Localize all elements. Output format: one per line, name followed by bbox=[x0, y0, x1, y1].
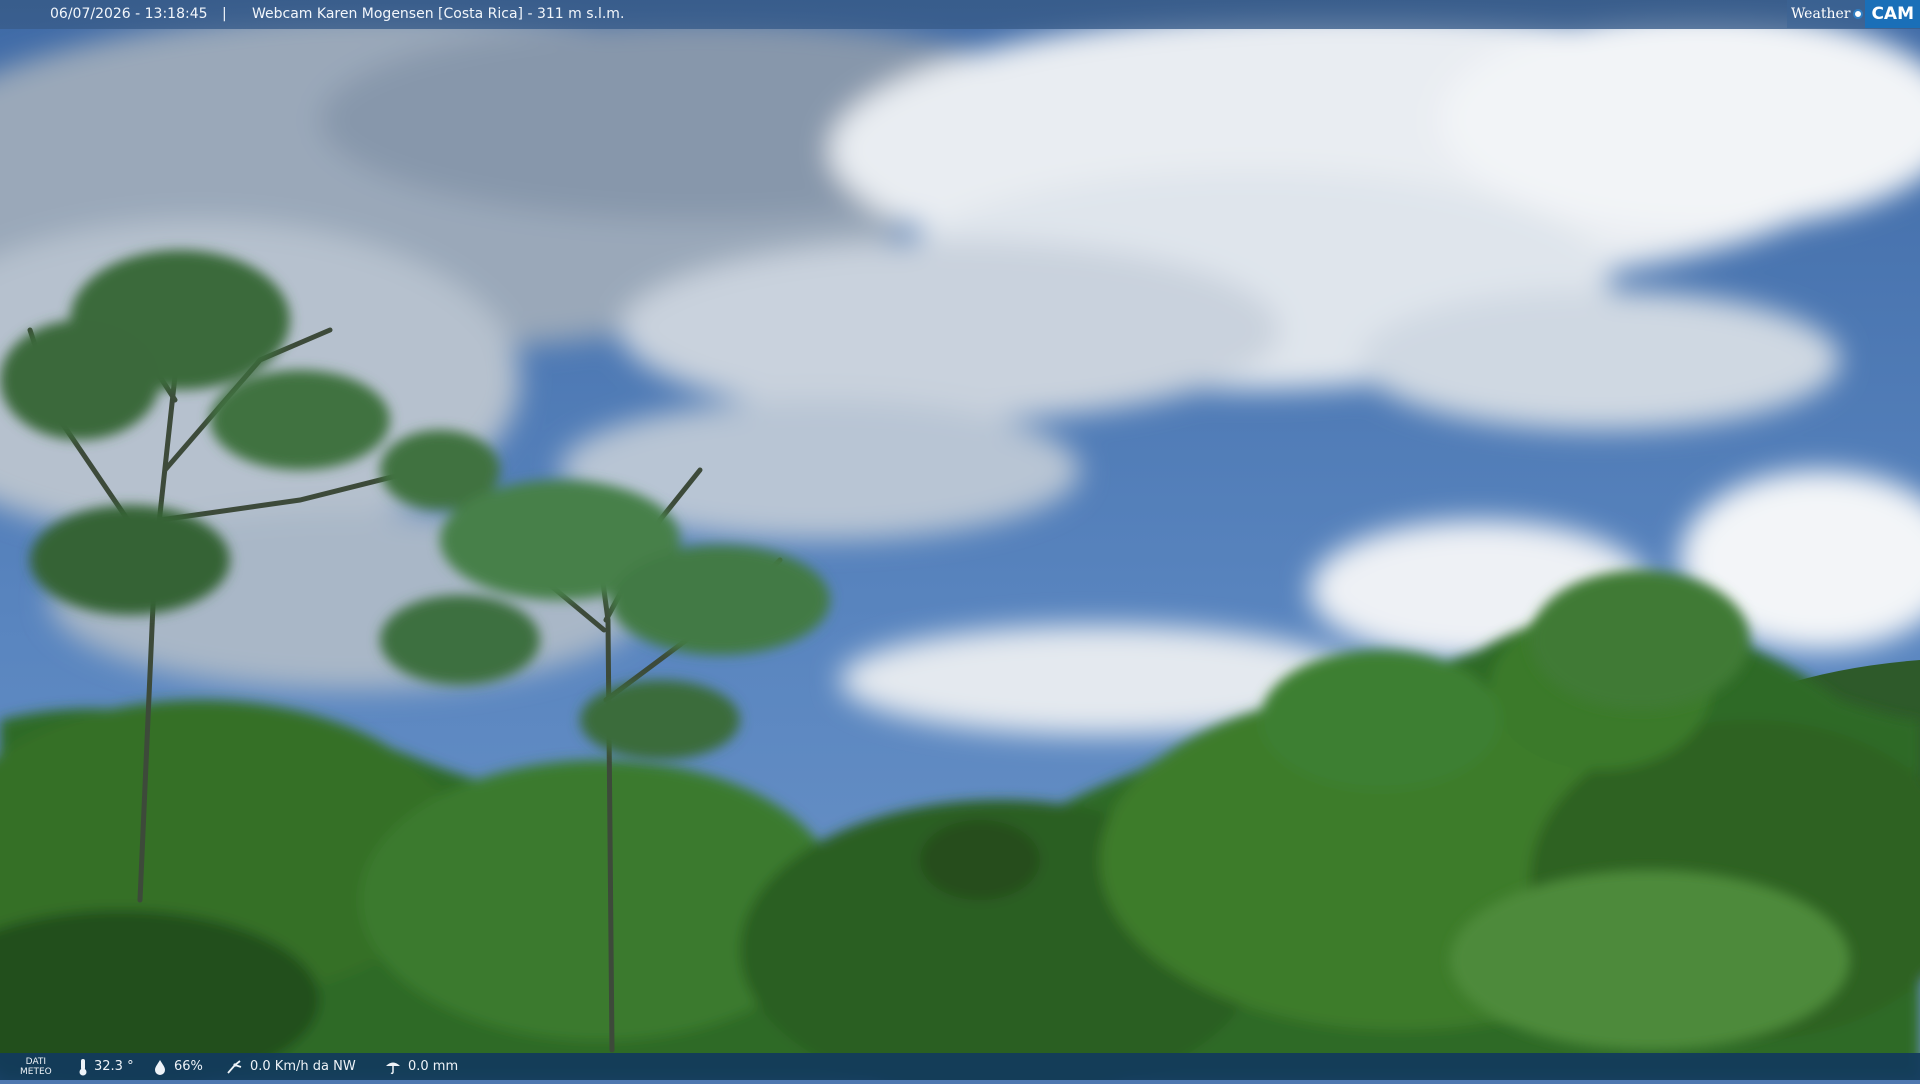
dati-meteo-label: DATI METEO bbox=[20, 1053, 52, 1084]
weather-data-bar: DATI METEO 32.3 ° 66% 0.0 Km/h da NW 0.0… bbox=[0, 1053, 1920, 1080]
wind-icon bbox=[226, 1059, 244, 1075]
header-separator: | bbox=[222, 6, 227, 22]
temperature-readout: 32.3 ° bbox=[78, 1053, 134, 1080]
logo-dot-icon bbox=[1853, 9, 1864, 19]
wind-value: 0.0 Km/h da NW bbox=[250, 1059, 356, 1074]
rain-readout: 0.0 mm bbox=[384, 1053, 458, 1080]
humidity-value: 66% bbox=[174, 1059, 203, 1074]
webcam-image bbox=[0, 0, 1920, 1080]
meteo-label: METEO bbox=[20, 1067, 52, 1077]
humidity-drop-icon bbox=[152, 1059, 168, 1075]
logo-text-weather: Weather bbox=[1790, 6, 1851, 22]
rain-icon bbox=[384, 1059, 402, 1075]
logo-text-cam: CAM bbox=[1865, 0, 1920, 28]
camera-title: Webcam Karen Mogensen [Costa Rica] - 311… bbox=[252, 6, 625, 22]
dati-label: DATI bbox=[25, 1057, 47, 1067]
humidity-readout: 66% bbox=[152, 1053, 203, 1080]
timestamp: 06/07/2026 - 13:18:45 bbox=[50, 6, 208, 22]
top-info-bar: 06/07/2026 - 13:18:45 | Webcam Karen Mog… bbox=[0, 0, 1920, 29]
temperature-value: 32.3 ° bbox=[94, 1059, 134, 1074]
wind-readout: 0.0 Km/h da NW bbox=[226, 1053, 356, 1080]
rain-value: 0.0 mm bbox=[408, 1059, 459, 1074]
weathercam-logo[interactable]: Weather CAM bbox=[1786, 0, 1920, 28]
thermometer-icon bbox=[78, 1058, 88, 1076]
logo-left: Weather bbox=[1786, 0, 1866, 28]
